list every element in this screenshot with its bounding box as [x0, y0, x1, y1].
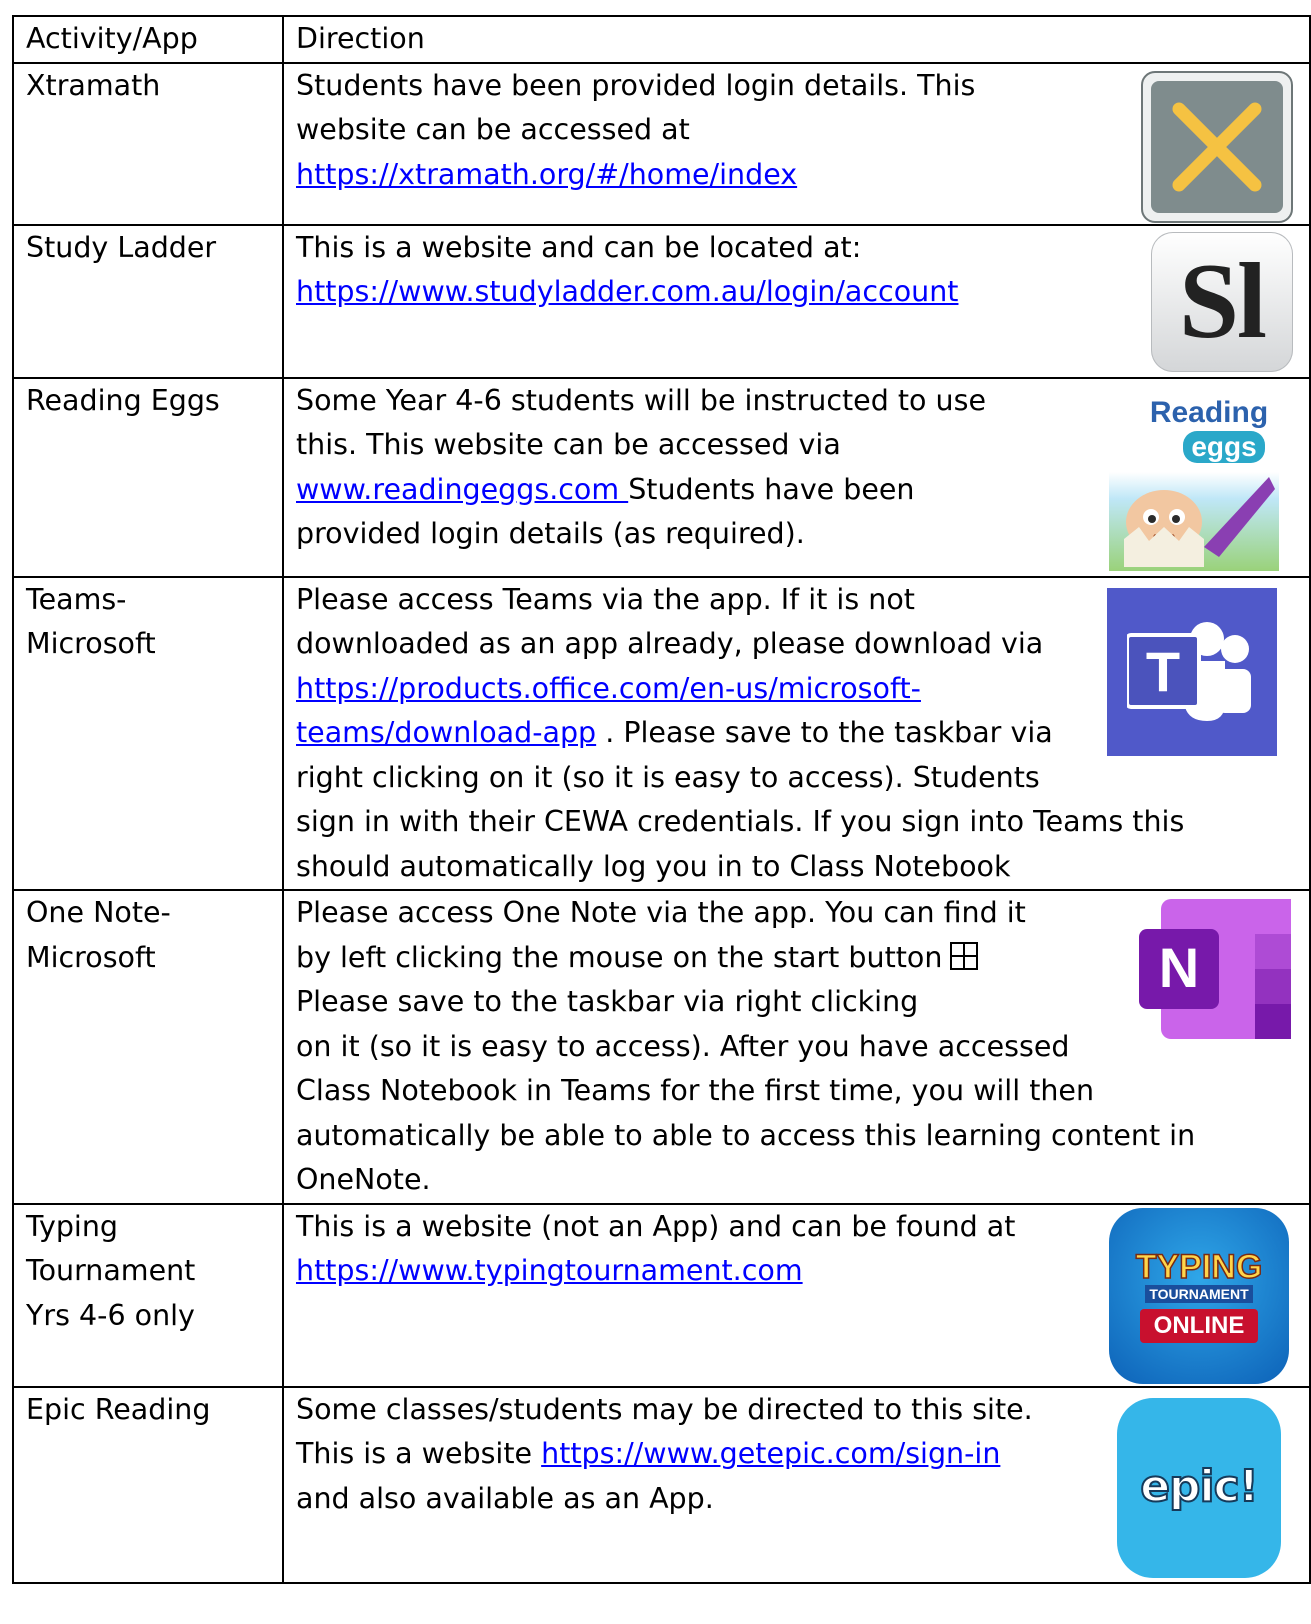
studyladder-link[interactable]: https://www.studyladder.com.au/login/acc…	[296, 275, 958, 308]
direction-text: by left clicking the mouse on the start …	[296, 940, 943, 974]
app-name: Microsoft	[26, 940, 156, 974]
app-name: Tournament	[26, 1254, 196, 1287]
direction-text: OneNote.	[296, 1163, 431, 1196]
table-row: Epic Reading Some classes/students may b…	[12, 1385, 1311, 1584]
reading-eggs-logo-icon: Reading eggs	[1109, 390, 1279, 571]
direction-cell: Students have been provided login detail…	[282, 61, 1311, 226]
reading-eggs-logo-text: Reading	[1149, 395, 1269, 429]
table-row: One Note- Microsoft Please access One No…	[12, 889, 1311, 1205]
typing-tournament-badge: ONLINE	[1139, 1308, 1259, 1343]
app-name: Xtramath	[12, 61, 284, 226]
direction-text: right clicking on it (so it is easy to a…	[296, 760, 1040, 794]
direction-cell: This is a website and can be located at:…	[282, 223, 1311, 379]
table-row: Reading Eggs Some Year 4-6 students will…	[12, 376, 1311, 578]
xtramath-link[interactable]: https://xtramath.org/#/home/index	[296, 158, 797, 191]
direction-text: automatically be able to able to access …	[296, 1118, 1196, 1152]
direction-text: Class Notebook in Teams for the first ti…	[296, 1074, 1095, 1107]
typing-tournament-title: TYPING	[1135, 1247, 1263, 1286]
typing-tournament-subtitle: TOURNAMENT	[1145, 1284, 1253, 1303]
teams-link-part2[interactable]: teams/download-app	[296, 716, 596, 749]
table-row: Study Ladder This is a website and can b…	[12, 223, 1311, 379]
reading-eggs-logo-subtext: eggs	[1183, 430, 1265, 463]
table-row: Teams- Microsoft Please access Teams via…	[12, 575, 1311, 891]
studyladder-logo-text: Sl	[1178, 241, 1267, 361]
readingeggs-link[interactable]: www.readingeggs.com	[296, 473, 628, 506]
svg-text:T: T	[1146, 640, 1180, 703]
app-name: Teams-	[26, 582, 127, 616]
app-name: Yrs 4-6 only	[26, 1298, 195, 1332]
getepic-link[interactable]: https://www.getepic.com/sign-in	[541, 1437, 1000, 1470]
table-row: Xtramath Students have been provided log…	[12, 61, 1311, 226]
header-direction: Direction	[282, 15, 1311, 64]
epic-logo-icon: epic!	[1117, 1397, 1281, 1578]
app-name: Reading Eggs	[12, 376, 284, 578]
xtramath-logo-icon	[1141, 70, 1293, 223]
apps-table: Activity/App Direction Xtramath Students…	[12, 15, 1311, 1584]
direction-text: This is a website	[296, 1437, 542, 1470]
direction-text: sign in with their CEWA credentials. If …	[296, 805, 1185, 838]
direction-cell: Please access One Note via the app. You …	[282, 889, 1311, 1205]
direction-text: should automatically log you in to Class…	[296, 849, 1011, 883]
table-row: Typing Tournament Yrs 4-6 only This is a…	[12, 1202, 1311, 1388]
direction-cell: Some Year 4-6 students will be instructe…	[282, 376, 1311, 578]
onenote-logo-icon: N	[1131, 895, 1295, 1043]
app-name: Typing	[26, 1209, 118, 1243]
app-name-cell: Typing Tournament Yrs 4-6 only	[12, 1202, 284, 1388]
direction-text: . Please save to the taskbar via	[596, 716, 1053, 749]
header-activity-app: Activity/App	[12, 15, 284, 64]
typingtournament-link[interactable]: https://www.typingtournament.com	[296, 1254, 803, 1287]
epic-logo-text: epic!	[1139, 1461, 1260, 1513]
typing-tournament-logo-icon: TYPING TOURNAMENT ONLINE	[1109, 1207, 1289, 1384]
app-name: Study Ladder	[12, 223, 284, 379]
windows-start-icon	[950, 939, 979, 970]
app-name-cell: One Note- Microsoft	[12, 889, 284, 1205]
direction-cell: This is a website (not an App) and can b…	[282, 1202, 1311, 1388]
app-name: Microsoft	[26, 627, 156, 660]
table-header-row: Activity/App Direction	[12, 15, 1311, 64]
studyladder-logo-icon: Sl	[1151, 231, 1293, 372]
microsoft-teams-logo-icon: T	[1107, 587, 1277, 756]
app-name-cell: Teams- Microsoft	[12, 575, 284, 891]
svg-text:N: N	[1159, 936, 1199, 999]
teams-link-part1[interactable]: https://products.office.com/en-us/micros…	[296, 672, 921, 705]
direction-cell: Please access Teams via the app. If it i…	[282, 575, 1311, 891]
direction-cell: Some classes/students may be directed to…	[282, 1385, 1311, 1584]
app-name: One Note-	[26, 896, 171, 929]
direction-text: Students have been	[628, 472, 915, 506]
app-name: Epic Reading	[12, 1385, 284, 1584]
